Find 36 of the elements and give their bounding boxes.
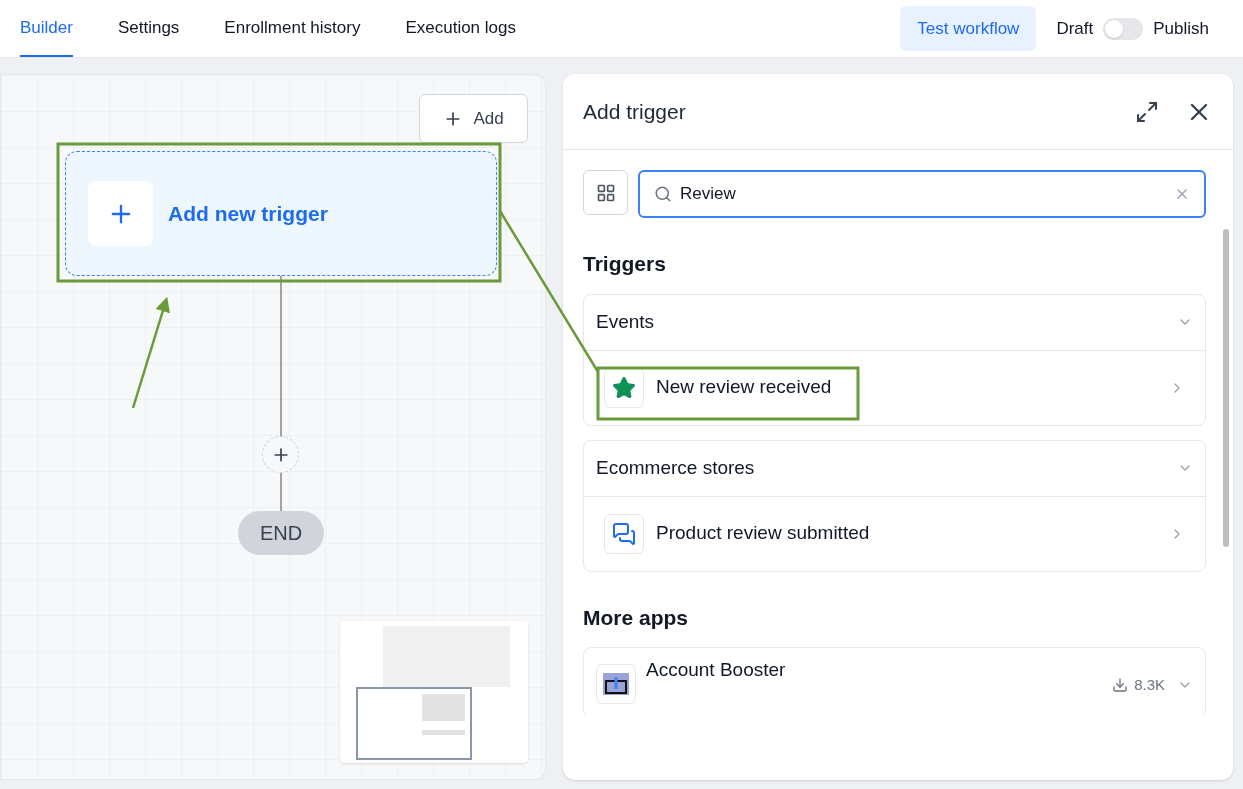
trigger-node[interactable]: Add new trigger [65,151,497,276]
search-box[interactable]: Review [638,170,1206,218]
draft-label: Draft [1056,17,1094,40]
download-icon [1112,677,1129,694]
tab[interactable]: Settings [117,0,180,57]
connector-line [280,473,282,511]
end-node: END [238,511,324,555]
group-header[interactable]: Ecommerce stores [584,440,1205,497]
chat-bubbles-icon [612,521,636,546]
group-title: Ecommerce stores [596,455,755,480]
trigger-item[interactable]: Product review submitted [584,496,1205,571]
tab[interactable]: Enrollment history [224,0,361,57]
expand-icon[interactable] [1135,99,1159,124]
section-heading: More apps [583,604,690,631]
download-count: 8.3K [1134,675,1165,695]
apps-filter-button[interactable] [583,170,628,215]
section-heading: Triggers [583,251,667,277]
app-logo-icon [603,673,629,695]
publish-label: Publish [1153,17,1209,40]
group-header[interactable]: Events [584,294,1205,351]
shapes-icon [595,182,616,203]
item-label: New review received [656,375,832,400]
app-name: Account Booster [646,658,786,682]
search-input[interactable]: Review [680,181,1166,207]
group-title: Events [596,309,655,334]
star-icon [612,375,636,400]
item-label: Product review submitted [656,521,870,546]
publish-toggle[interactable] [1103,17,1144,40]
node-label: Add new trigger [168,200,328,227]
add-button[interactable]: Add [419,94,528,143]
search-icon [654,185,672,203]
trigger-item[interactable]: New review received [584,350,1205,425]
panel-title: Add trigger [583,98,686,125]
tab[interactable]: Execution logs [405,0,516,57]
tab[interactable]: Builder [20,0,73,57]
test-workflow-button[interactable]: Test workflow [900,6,1037,51]
